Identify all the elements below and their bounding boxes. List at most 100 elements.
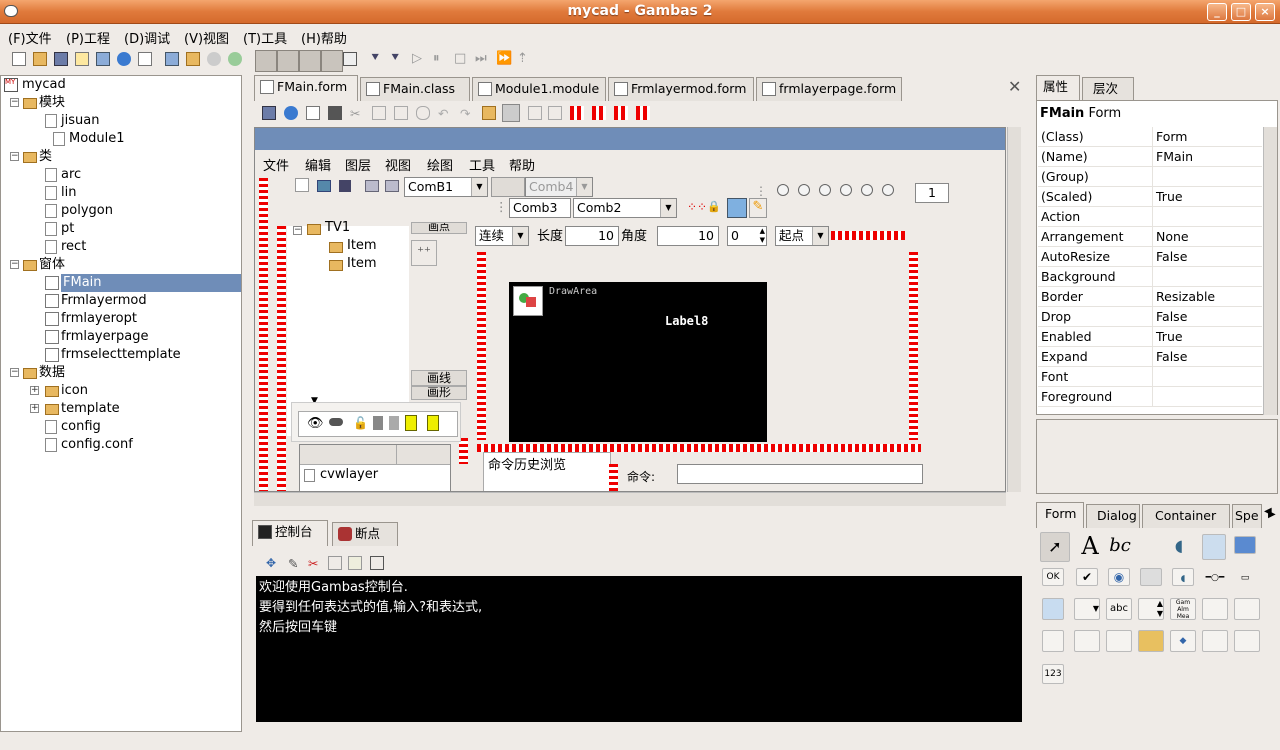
gridview-icon[interactable] [1106,630,1132,652]
save-form-icon[interactable] [262,106,276,120]
save-icon[interactable] [339,180,351,192]
drawingarea-icon[interactable] [1138,630,1164,652]
property-value[interactable]: False [1152,347,1262,366]
clear-icon[interactable]: ✎ [288,556,302,571]
tab-fmain-class[interactable]: FMain.class [360,77,470,101]
form-menu-item[interactable]: 帮助 [509,155,535,174]
tv1-item[interactable]: Item [347,256,377,271]
run-icon[interactable]: ▷ [412,52,430,70]
page-number[interactable]: 1 [915,183,949,203]
tree-item[interactable]: 模块 [39,94,65,112]
tree-item[interactable]: rect [61,238,86,256]
find-icon[interactable] [370,556,384,570]
draw-rect-button[interactable]: 画形 [411,386,467,400]
toolbox-view-icon[interactable] [299,50,321,72]
tree-item[interactable]: lin [61,184,76,202]
move-layer-icon[interactable] [427,415,439,431]
zoom-icon[interactable] [840,184,852,196]
comb4-combo[interactable]: Comb4 ▼ [525,177,593,197]
tree-item[interactable]: config [61,418,101,436]
class-icon[interactable] [306,106,320,120]
pause-icon[interactable]: ⏸ [433,52,451,70]
maximize-button[interactable]: □ [1231,3,1251,21]
cut-icon[interactable]: ✂ [308,556,322,571]
return-icon[interactable]: ⇡ [517,52,535,70]
expand-icon[interactable]: − [293,226,302,235]
lock-snap-icon[interactable]: 🔒 [707,200,721,214]
add-layer-icon[interactable] [405,415,417,431]
cut-icon[interactable]: ✂ [350,106,364,121]
color-button[interactable] [491,177,525,197]
pencil-icon[interactable]: ✎ [749,198,767,218]
property-row[interactable]: (Name) FMain [1038,147,1262,167]
form-menu-item[interactable]: 视图 [385,155,411,174]
edit-icon[interactable] [75,52,89,66]
menu-view[interactable]: (V)视图 [184,28,229,47]
tree-item[interactable]: frmselecttemplate [61,346,181,364]
property-value[interactable]: False [1152,247,1262,266]
tab-breakpoints[interactable]: 断点 [332,522,398,546]
close-tab-icon[interactable]: ✕ [1008,77,1021,96]
expand-icon[interactable]: − [10,152,19,161]
draw-point-button[interactable]: 画点 [411,222,467,234]
spin-input[interactable]: 0 ▲ ▼ [727,226,767,246]
form-menu-item[interactable]: 绘图 [427,155,453,174]
properties-view-icon[interactable] [277,50,299,72]
tableview-icon[interactable] [1234,630,1260,652]
textview-icon[interactable] [1202,630,1228,652]
tab-properties[interactable]: 属性 [1036,75,1080,101]
property-value[interactable]: True [1152,327,1262,346]
zoom-icon[interactable] [819,184,831,196]
button-icon[interactable]: OK [1042,568,1064,586]
tab-console[interactable]: 控制台 [252,520,328,546]
valuebox-icon[interactable]: 123 [1042,664,1064,684]
property-value[interactable] [1152,267,1262,286]
open-project-icon[interactable] [33,52,47,66]
property-value[interactable]: None [1152,227,1262,246]
draw-area[interactable]: DrawArea Label8 [509,282,767,442]
columnview-icon[interactable] [1074,630,1100,652]
property-row[interactable]: Expand False [1038,347,1262,367]
tree-item[interactable]: 窗体 [39,256,65,274]
command-input[interactable] [677,464,923,484]
property-row[interactable]: Border Resizable [1038,287,1262,307]
expand-icon[interactable]: − [10,98,19,107]
tab-special[interactable]: Spe [1232,504,1262,528]
form-menu-item[interactable]: 文件 [263,155,289,174]
props-scrollbar[interactable] [1263,127,1277,415]
length-input[interactable]: 10 [565,226,619,246]
grid-icon[interactable] [502,104,520,122]
zoom-icon[interactable] [798,184,810,196]
toolbutton-icon[interactable]: ◖ [1172,568,1194,586]
tab-fmain-form[interactable]: FMain.form [254,75,358,101]
lock-icon[interactable] [328,106,342,120]
new-file-icon[interactable] [12,52,26,66]
tab-frmlayerpage-form[interactable]: frmlayerpage.form [756,77,902,101]
form-menu-item[interactable]: 工具 [469,155,495,174]
menu-project[interactable]: (P)工程 [66,28,110,47]
property-row[interactable]: Drop False [1038,307,1262,327]
draw-line-button[interactable]: 画线 [411,370,467,386]
package-icon[interactable] [165,52,179,66]
tab-module1-module[interactable]: Module1.module [472,77,606,101]
project-view-icon[interactable] [255,50,277,72]
expand-icon[interactable]: − [10,260,19,269]
textbox-icon[interactable]: abc [1106,598,1132,620]
save-icon[interactable] [54,52,68,66]
listview-icon[interactable] [1202,598,1228,620]
archive-icon[interactable] [186,52,200,66]
front-icon[interactable] [528,106,542,120]
vspace-icon[interactable] [614,106,628,120]
property-value[interactable] [1152,167,1262,186]
form-canvas[interactable]: 文件 编辑 图层 视图 绘图 工具 帮助 ComB1 ▼ Comb4 ▼ ⋮ 1 ⋮ Comb3… [254,127,1006,492]
tab-frmlayermod-form[interactable]: Frmlayermod.form [608,77,754,101]
textlabel-icon[interactable]: bc [1106,532,1134,562]
search-icon[interactable] [343,52,357,66]
unlock-icon[interactable]: 🔓 [353,416,368,430]
togglebutton-icon[interactable] [1140,568,1162,586]
angle-input[interactable]: 10 [657,226,719,246]
property-row[interactable]: (Group) [1038,167,1262,187]
compile-all-icon[interactable]: ⯆ [390,52,408,70]
make-icon[interactable] [138,52,152,66]
spinbox-icon[interactable]: ▲ ▼ [1138,598,1164,620]
